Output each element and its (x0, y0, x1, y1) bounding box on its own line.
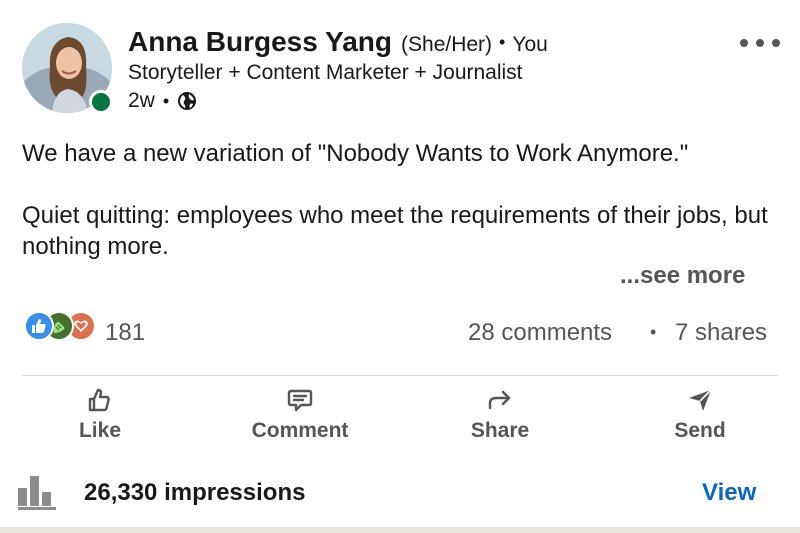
separator-dot: • (499, 32, 506, 52)
relationship-label: You (512, 33, 548, 56)
like-reaction-icon (24, 311, 54, 341)
globe-icon (177, 91, 197, 111)
impressions-count: 26,330 impressions (84, 479, 306, 506)
author-name[interactable]: Anna Burgess Yang (128, 26, 392, 58)
post-time: 2w (128, 89, 155, 112)
reactions-count[interactable]: 181 (105, 319, 145, 347)
post-paragraph: Quiet quitting: employees who meet the r… (22, 202, 768, 260)
send-label: Send (674, 419, 726, 442)
send-button[interactable]: Send (660, 386, 740, 448)
comment-label: Comment (251, 419, 349, 442)
bar-chart-icon (18, 470, 58, 510)
feed-post: Anna Burgess Yang (She/Her) • You Storyt… (0, 0, 800, 533)
impressions-row (18, 470, 58, 510)
post-text: We have a new variation of "Nobody Wants… (22, 138, 782, 262)
see-more-link[interactable]: ...see more (620, 262, 745, 290)
dot (740, 39, 748, 47)
share-label: Share (470, 419, 530, 442)
send-icon (686, 386, 714, 414)
post-paragraph: We have a new variation of "Nobody Wants… (22, 140, 689, 167)
share-arrow-icon (486, 386, 514, 414)
author-pronouns: (She/Her) (401, 33, 493, 56)
like-label: Like (78, 419, 122, 442)
author-line: Anna Burgess Yang (She/Her) • You (128, 26, 548, 58)
divider (22, 375, 778, 376)
feed-separator (0, 527, 800, 533)
online-status-indicator (89, 90, 113, 114)
view-analytics-link[interactable]: View (702, 479, 756, 507)
author-avatar[interactable] (22, 23, 113, 114)
post-meta: 2w • (128, 89, 197, 113)
comment-button[interactable]: Comment (240, 386, 360, 448)
thumbs-up-icon (86, 386, 114, 414)
reactions-summary[interactable] (24, 311, 98, 347)
like-button[interactable]: Like (64, 386, 136, 448)
dot (772, 39, 780, 47)
separator-dot: • (162, 90, 170, 111)
share-button[interactable]: Share (455, 386, 545, 448)
separator-dot: • (650, 322, 657, 342)
shares-count[interactable]: 7 shares (675, 319, 767, 347)
author-headline: Storyteller + Content Marketer + Journal… (128, 61, 523, 84)
dot (756, 39, 764, 47)
more-options-icon[interactable] (740, 38, 780, 48)
comments-count[interactable]: 28 comments (468, 319, 612, 347)
comment-icon (286, 386, 314, 414)
